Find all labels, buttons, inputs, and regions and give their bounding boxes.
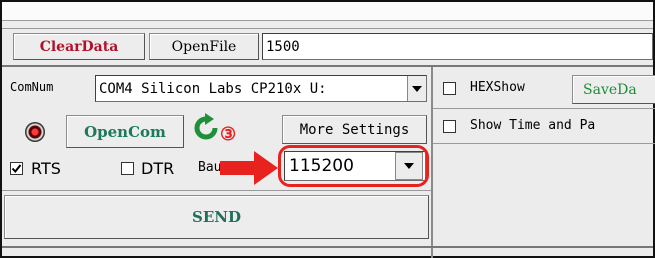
hexshow-label: HEXShow <box>470 80 525 95</box>
bottom-border <box>2 246 653 248</box>
toolbar-bottom-border <box>2 65 653 67</box>
com-port-dropdown-button[interactable] <box>407 76 426 101</box>
send-button[interactable]: SEND <box>4 195 429 239</box>
more-settings-button[interactable]: More Settings <box>282 115 427 144</box>
hexshow-checkbox[interactable] <box>443 82 456 95</box>
send-separator <box>2 190 431 191</box>
toolbar-separator <box>2 28 653 29</box>
record-icon <box>25 122 45 142</box>
rts-label: RTS <box>31 159 61 178</box>
chevron-down-icon <box>412 85 422 92</box>
rts-checkbox[interactable] <box>10 162 23 175</box>
refresh-icon[interactable] <box>192 113 220 143</box>
file-path-input[interactable]: 1500 <box>262 33 653 60</box>
comnum-label: ComNum <box>10 80 54 94</box>
clear-data-button[interactable]: ClearData <box>13 33 145 60</box>
baud-rate-highlight <box>278 145 429 187</box>
com-port-value: COM4 Silicon Labs CP210x U: <box>99 80 327 97</box>
more-settings-label: More Settings <box>299 121 410 138</box>
com-port-select[interactable]: COM4 Silicon Labs CP210x U: <box>95 75 427 102</box>
receive-area[interactable] <box>435 146 653 256</box>
panel-separator <box>431 67 433 258</box>
open-com-button[interactable]: OpenCom <box>66 115 184 148</box>
clear-data-label: ClearData <box>39 38 119 55</box>
open-com-label: OpenCom <box>84 122 166 141</box>
show-time-label: Show Time and Pa <box>470 118 596 133</box>
open-file-button[interactable]: OpenFile <box>149 33 259 60</box>
save-data-label: SaveDa <box>583 81 637 98</box>
red-arrow-icon <box>220 151 278 185</box>
checkmark-icon <box>11 164 22 174</box>
open-file-label: OpenFile <box>171 38 237 55</box>
dtr-label: DTR <box>141 159 175 178</box>
dtr-checkbox[interactable] <box>121 162 134 175</box>
show-time-checkbox[interactable] <box>443 120 456 133</box>
send-label: SEND <box>192 208 241 226</box>
save-data-button[interactable]: SaveDa <box>572 75 655 104</box>
right-row-separator-2 <box>433 143 655 144</box>
right-row-separator <box>433 108 655 109</box>
window-title-strip <box>2 2 653 21</box>
step-3-marker: ③ <box>220 124 237 145</box>
